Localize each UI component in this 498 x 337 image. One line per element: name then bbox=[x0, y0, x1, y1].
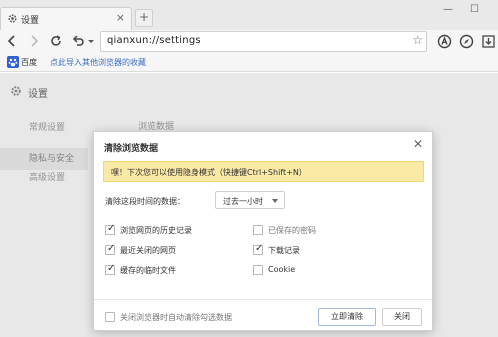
check-icon: ✓ bbox=[107, 243, 116, 254]
new-tab-button[interactable]: + bbox=[135, 9, 153, 27]
dialog-title: 清除浏览数据 bbox=[104, 144, 159, 154]
tab-strip: 设置 × + — ☐ bbox=[0, 0, 498, 30]
bookmark-star-icon[interactable]: ☆ bbox=[412, 33, 423, 47]
check-icon: ✓ bbox=[255, 243, 264, 254]
minimize-button[interactable]: — bbox=[443, 4, 453, 15]
tab-close-icon[interactable]: × bbox=[116, 11, 125, 24]
checkbox-cookie[interactable] bbox=[253, 265, 263, 275]
checkbox-cache[interactable]: ✓ bbox=[105, 263, 116, 275]
download-icon[interactable] bbox=[481, 34, 496, 49]
baidu-paw-icon bbox=[7, 56, 19, 68]
reload-icon[interactable] bbox=[49, 34, 63, 48]
back-icon[interactable] bbox=[5, 34, 19, 48]
check-icon: ✓ bbox=[107, 263, 116, 274]
check-icon: ✓ bbox=[107, 223, 116, 234]
time-range-value: 过去一小时 bbox=[223, 197, 263, 206]
time-range-label: 清除这段时间的数据： bbox=[105, 197, 185, 206]
clear-data-dialog: 清除浏览数据 ✕ 嘿！下次您可以使用隐身模式（快捷键Ctrl+Shift+N） … bbox=[93, 131, 433, 331]
import-bookmarks-link[interactable]: 点此导入其他浏览器的收藏 bbox=[50, 57, 146, 68]
undo-icon[interactable] bbox=[71, 34, 85, 48]
time-range-select[interactable]: 过去一小时 bbox=[215, 191, 285, 209]
undo-dropdown-icon[interactable] bbox=[87, 34, 95, 48]
notice-text: 嘿！下次您可以使用隐身模式（快捷键Ctrl+Shift+N） bbox=[111, 168, 307, 177]
option-label: 浏览网页的历史记录 bbox=[120, 226, 192, 235]
clear-now-button[interactable]: 立即清除 bbox=[318, 308, 376, 326]
address-url: qianxun://settings bbox=[107, 35, 201, 46]
chevron-down-icon bbox=[272, 199, 278, 203]
toolbar: qianxun://settings ☆ bbox=[0, 30, 498, 54]
checkbox-auto-clear[interactable] bbox=[105, 312, 115, 322]
close-dialog-button[interactable]: 关闭 bbox=[382, 308, 422, 326]
maximize-button[interactable]: ☐ bbox=[470, 4, 479, 15]
dialog-close-icon[interactable]: ✕ bbox=[413, 137, 423, 151]
address-bar[interactable]: qianxun://settings ☆ bbox=[100, 31, 427, 52]
auto-clear-label: 关闭浏览器时自动清除勾选数据 bbox=[120, 313, 232, 322]
tab-title: 设置 bbox=[21, 16, 40, 26]
option-label: 下载记录 bbox=[268, 246, 300, 255]
option-label: 缓存的临时文件 bbox=[120, 266, 176, 275]
incognito-notice: 嘿！下次您可以使用隐身模式（快捷键Ctrl+Shift+N） bbox=[103, 161, 424, 182]
checkbox-recently-closed[interactable]: ✓ bbox=[105, 243, 116, 255]
forward-icon[interactable] bbox=[27, 34, 41, 48]
compass-icon[interactable] bbox=[459, 34, 474, 49]
option-label: 已保存的密码 bbox=[268, 226, 316, 235]
dialog-divider bbox=[94, 299, 432, 300]
gear-icon bbox=[8, 14, 17, 23]
checkbox-history[interactable]: ✓ bbox=[105, 223, 116, 235]
checkbox-saved-passwords[interactable] bbox=[253, 225, 263, 235]
option-label: 最近关闭的网页 bbox=[120, 246, 176, 255]
option-label: Cookie bbox=[268, 265, 296, 274]
account-icon[interactable] bbox=[437, 34, 452, 49]
bookmarks-bar: 百度 点此导入其他浏览器的收藏 bbox=[0, 54, 498, 72]
checkbox-downloads[interactable]: ✓ bbox=[253, 243, 264, 255]
tab-settings[interactable]: 设置 × bbox=[0, 7, 132, 30]
bookmark-baidu[interactable]: 百度 bbox=[21, 57, 37, 68]
